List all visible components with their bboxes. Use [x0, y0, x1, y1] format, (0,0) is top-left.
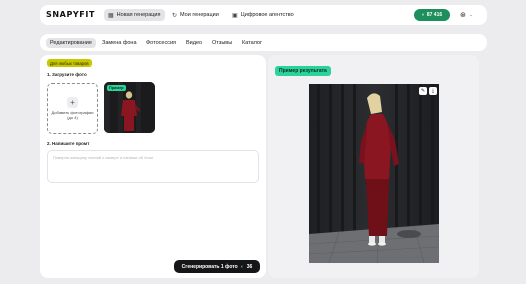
nav-label: Цифровое агентство: [240, 12, 294, 18]
category-badge: Для любых товаров: [47, 59, 92, 67]
user-menu[interactable]: ⊛ ⌄: [460, 9, 473, 21]
tabs-bar: Редактирование Замена фона Фотосессия Ви…: [40, 34, 487, 51]
download-icon[interactable]: ⤓: [429, 87, 437, 95]
generate-button[interactable]: Сгенерировать 1 фото ◐ 36: [174, 260, 260, 273]
balance-value: 87 416: [426, 12, 443, 18]
nav-my-generations[interactable]: ↻ Мои генерации: [168, 9, 223, 21]
store-icon: ▣: [232, 12, 238, 19]
history-icon: ↻: [172, 12, 178, 19]
nav-label: Мои генерации: [180, 12, 219, 18]
editor-panel: Для любых товаров 1. Загрузите фото + До…: [40, 55, 266, 278]
tab-photoshoot[interactable]: Фотосессия: [142, 38, 180, 48]
upload-dropzone[interactable]: + Добавить фотографии (до 4): [47, 83, 98, 134]
tab-video[interactable]: Видео: [182, 38, 206, 48]
plus-icon: +: [67, 96, 78, 108]
result-badge: Пример результата: [275, 66, 331, 76]
prompt-placeholder: Поверни женщину спиной к камере и напиши…: [53, 155, 153, 160]
tab-reviews[interactable]: Отзывы: [208, 38, 236, 48]
chevron-down-icon: ⌄: [468, 12, 474, 18]
tab-background-replace[interactable]: Замена фона: [98, 38, 141, 48]
result-image: [309, 84, 439, 263]
prompt-input[interactable]: Поверни женщину спиной к камере и напиши…: [47, 150, 259, 183]
tab-catalog[interactable]: Каталог: [238, 38, 266, 48]
top-header: SNAPYFIT ▦ Новая генерация ↻ Мои генерац…: [40, 5, 487, 25]
edit-icon[interactable]: ✎: [419, 87, 427, 95]
result-photo[interactable]: ✎ ⤓: [309, 84, 439, 263]
upload-label: Добавить фотографии (до 4): [51, 109, 94, 120]
balance-badge[interactable]: ◐ 87 416: [414, 9, 450, 21]
generate-cost: 36: [246, 263, 253, 270]
step1-label: 1. Загрузите фото: [47, 72, 87, 77]
generate-label: Сгенерировать 1 фото: [181, 263, 238, 270]
example-badge: Пример: [107, 85, 126, 91]
example-thumbnail[interactable]: Пример: [104, 82, 155, 133]
nav-digital-agency[interactable]: ▣ Цифровое агентство: [228, 9, 298, 21]
nav-label: Новая генерация: [116, 12, 161, 18]
user-avatar-icon: ⊛: [460, 12, 466, 19]
step2-label: 2. Напишите промт: [47, 141, 90, 146]
coin-icon: ◐: [421, 12, 425, 18]
grid-icon: ▦: [108, 12, 114, 19]
result-panel: Пример результата ✎ ⤓: [268, 55, 479, 278]
coin-icon: ◐: [240, 263, 244, 270]
logo[interactable]: SNAPYFIT: [46, 10, 95, 19]
tab-editing[interactable]: Редактирование: [46, 38, 96, 48]
nav-new-generation[interactable]: ▦ Новая генерация: [104, 9, 165, 21]
